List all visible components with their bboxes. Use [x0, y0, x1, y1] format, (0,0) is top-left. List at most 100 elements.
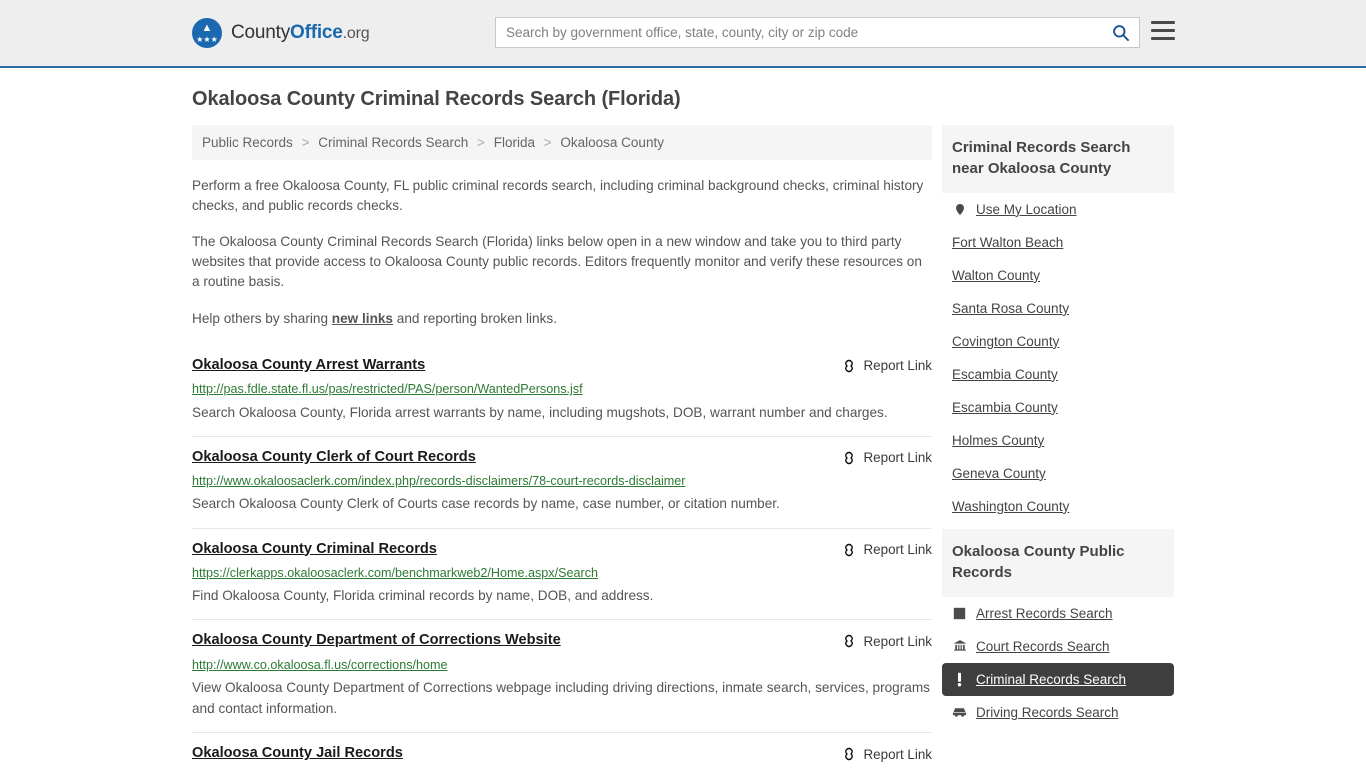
result-item: Okaloosa County Department of Correction…: [192, 620, 932, 734]
sidebar-records-item[interactable]: Driving Records Search: [942, 696, 1174, 729]
site-logo[interactable]: ▲ ★★★ CountyOffice.org: [192, 18, 370, 48]
result-title-link[interactable]: Okaloosa County Jail Records: [192, 745, 403, 763]
result-url[interactable]: https://clerkapps.okaloosaclerk.com/benc…: [192, 565, 932, 581]
report-link-button[interactable]: Report Link: [841, 746, 932, 762]
hamburger-menu-icon[interactable]: [1151, 21, 1175, 40]
result-title-link[interactable]: Okaloosa County Arrest Warrants: [192, 357, 425, 375]
sidebar-records-link[interactable]: Arrest Records Search: [976, 606, 1113, 621]
new-links-link[interactable]: new links: [332, 311, 393, 326]
sidebar-nearby-item[interactable]: Walton County: [942, 259, 1174, 292]
breadcrumb-separator: >: [301, 135, 310, 150]
intro-section: Perform a free Okaloosa County, FL publi…: [192, 176, 932, 329]
search-button[interactable]: [1101, 18, 1139, 47]
broken-link-icon: [844, 359, 853, 372]
brand-part-org: .org: [342, 25, 370, 42]
search-bar[interactable]: [495, 17, 1140, 48]
sidebar-records-item[interactable]: Arrest Records Search: [942, 597, 1174, 630]
breadcrumb-separator: >: [477, 135, 485, 150]
sidebar-nearby-link[interactable]: Santa Rosa County: [952, 301, 1069, 316]
intro-text-after: and reporting broken links.: [393, 310, 557, 326]
intro-paragraph-3: Help others by sharing new links and rep…: [192, 309, 932, 329]
intro-paragraph-1: Perform a free Okaloosa County, FL publi…: [192, 178, 924, 214]
sidebar-nearby-link[interactable]: Fort Walton Beach: [952, 235, 1063, 250]
courthouse-icon: [952, 639, 967, 654]
result-url[interactable]: http://www.okaloosaclerk.com/index.php/r…: [192, 473, 932, 489]
sidebar-nearby-link[interactable]: Covington County: [952, 334, 1059, 349]
eagle-stars-logo-icon: ▲ ★★★: [192, 18, 222, 48]
sidebar-nearby-item[interactable]: Santa Rosa County: [942, 292, 1174, 325]
results-list: Okaloosa County Arrest Warrants Report Li…: [192, 345, 932, 768]
sidebar-nearby-item[interactable]: Holmes County: [942, 424, 1174, 457]
exclamation-icon: [952, 672, 967, 687]
exclamation-icon: [957, 672, 962, 687]
sidebar-records-link[interactable]: Court Records Search: [976, 639, 1110, 654]
breadcrumb: Public Records > Criminal Records Search…: [192, 125, 932, 160]
broken-link-icon: [844, 451, 853, 464]
sidebar-records-link[interactable]: Criminal Records Search: [976, 672, 1126, 687]
car-icon: [952, 705, 967, 720]
result-description: Find Okaloosa County, Florida criminal r…: [192, 588, 654, 604]
sidebar-nearby-item[interactable]: Covington County: [942, 325, 1174, 358]
breadcrumb-item-criminal-records-search[interactable]: Criminal Records Search: [318, 135, 468, 150]
result-header: Okaloosa County Arrest Warrants Report Li…: [192, 357, 932, 375]
search-icon: [1112, 25, 1129, 41]
report-link-label: Report Link: [863, 358, 932, 374]
sidebar-nearby-link[interactable]: Holmes County: [952, 433, 1044, 448]
sidebar-nearby-link[interactable]: Escambia County: [952, 367, 1058, 382]
sidebar-nearby-item[interactable]: Escambia County: [942, 358, 1174, 391]
sidebar-nearby-item[interactable]: Use My Location: [942, 193, 1174, 226]
result-url[interactable]: http://www.co.okaloosa.fl.us/corrections…: [192, 657, 932, 673]
sidebar: Criminal Records Search near Okaloosa Co…: [942, 125, 1174, 768]
broken-link-icon: [844, 748, 853, 761]
sidebar-public-records-box: Okaloosa County Public Records Arrest Re…: [942, 528, 1174, 729]
result-title-link[interactable]: Okaloosa County Clerk of Court Records: [192, 449, 476, 467]
report-link-button[interactable]: Report Link: [841, 542, 932, 558]
report-link-button[interactable]: Report Link: [841, 358, 932, 374]
sidebar-nearby-item[interactable]: Washington County: [942, 490, 1174, 523]
result-header: Okaloosa County Clerk of Court Records Re…: [192, 449, 932, 467]
breadcrumb-item-florida[interactable]: Florida: [494, 135, 535, 150]
result-url[interactable]: http://pas.fdle.state.fl.us/pas/restrict…: [192, 381, 932, 397]
result-title-link[interactable]: Okaloosa County Criminal Records: [192, 541, 437, 559]
square-icon: [952, 606, 967, 621]
map-pin-icon: [955, 203, 964, 215]
result-item: Okaloosa County Jail Records Report Link: [192, 733, 932, 768]
sidebar-nearby-link[interactable]: Use My Location: [976, 202, 1077, 217]
result-title-link[interactable]: Okaloosa County Department of Correction…: [192, 632, 561, 650]
sidebar-nearby-link[interactable]: Walton County: [952, 268, 1040, 283]
intro-paragraph-2: The Okaloosa County Criminal Records Sea…: [192, 234, 922, 290]
sidebar-nearby-item[interactable]: Geneva County: [942, 457, 1174, 490]
report-link-label: Report Link: [863, 542, 932, 557]
search-input[interactable]: [496, 18, 1101, 47]
report-link-button[interactable]: Report Link: [841, 633, 932, 649]
courthouse-icon: [953, 640, 966, 651]
page-container: Okaloosa County Criminal Records Search …: [0, 88, 1366, 768]
broken-link-icon: [844, 543, 853, 556]
main-column: Public Records > Criminal Records Search…: [192, 125, 932, 768]
sidebar-nearby-item[interactable]: Fort Walton Beach: [942, 226, 1174, 259]
report-link-label: Report Link: [863, 450, 932, 466]
sidebar-nearby-list: Use My Location Fort Walton Beach Walton C…: [942, 193, 1174, 523]
result-description: View Okaloosa County Department of Corre…: [192, 680, 930, 717]
sidebar-nearby-link[interactable]: Washington County: [952, 499, 1069, 514]
result-header: Okaloosa County Criminal Records Report L…: [192, 541, 932, 559]
sidebar-nearby-link[interactable]: Geneva County: [952, 466, 1046, 481]
sidebar-nearby-box: Criminal Records Search near Okaloosa Co…: [942, 125, 1174, 523]
report-link-button[interactable]: Report Link: [841, 450, 932, 466]
breadcrumb-separator: >: [543, 135, 552, 150]
sidebar-nearby-item[interactable]: Escambia County: [942, 391, 1174, 424]
content-columns: Public Records > Criminal Records Search…: [192, 125, 1174, 768]
breadcrumb-item-public-records[interactable]: Public Records: [202, 135, 293, 150]
sidebar-public-records-heading: Okaloosa County Public Records: [942, 528, 1174, 597]
car-icon: [952, 708, 967, 717]
report-link-label: Report Link: [863, 633, 932, 649]
sidebar-records-item[interactable]: Court Records Search: [942, 630, 1174, 663]
sidebar-records-item[interactable]: Criminal Records Search: [942, 662, 1174, 696]
sidebar-records-link[interactable]: Driving Records Search: [976, 705, 1119, 720]
breadcrumb-item-okaloosa-county[interactable]: Okaloosa County: [560, 135, 664, 150]
result-item: Okaloosa County Arrest Warrants Report Li…: [192, 345, 932, 437]
report-link-label: Report Link: [863, 746, 932, 762]
result-header: Okaloosa County Department of Correction…: [192, 632, 932, 650]
sidebar-nearby-link[interactable]: Escambia County: [952, 400, 1058, 415]
broken-link-icon: [844, 635, 853, 648]
